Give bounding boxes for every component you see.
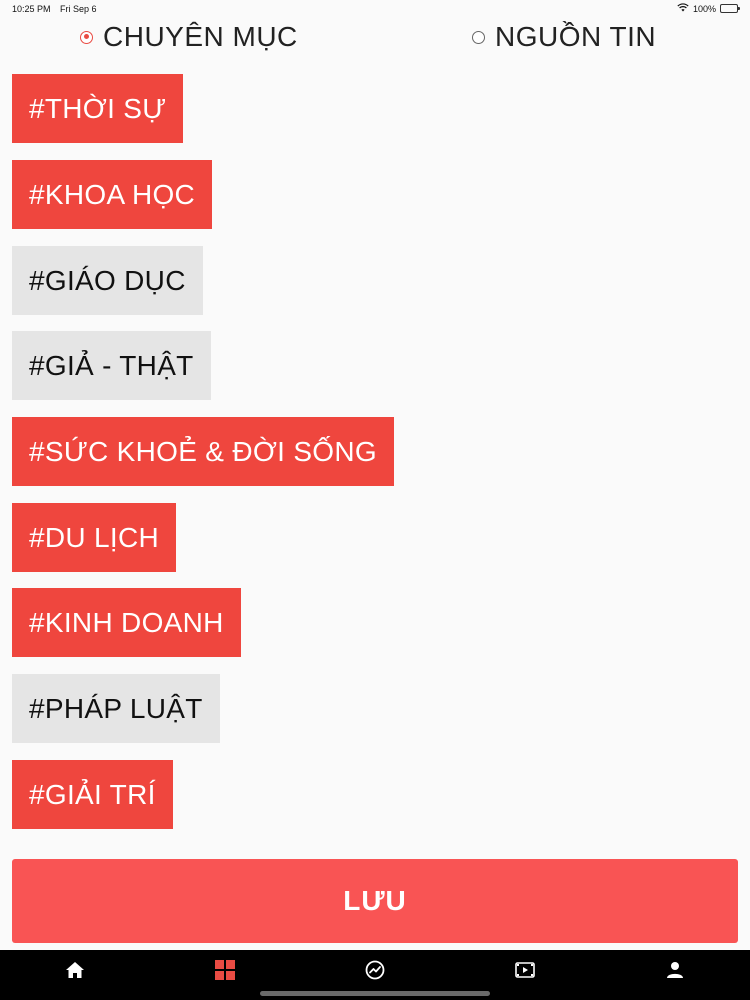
segment-nguon-tin[interactable]: NGUỒN TIN xyxy=(472,20,656,54)
tag-suc-khoe-doi-song[interactable]: #SỨC KHOẺ & ĐỜI SỐNG xyxy=(12,417,394,486)
grid-icon xyxy=(215,959,235,985)
tab-video[interactable] xyxy=(513,960,537,984)
status-indicators: 100% xyxy=(677,3,740,14)
segment-chuyen-muc[interactable]: CHUYÊN MỤC xyxy=(80,20,298,54)
tag-du-lich[interactable]: #DU LỊCH xyxy=(12,503,176,572)
battery-icon xyxy=(720,4,740,13)
tab-trending[interactable] xyxy=(363,960,387,984)
profile-icon xyxy=(666,961,684,984)
segment-nguon-tin-label: NGUỒN TIN xyxy=(495,21,657,52)
home-icon xyxy=(65,961,85,984)
tab-categories[interactable] xyxy=(213,959,237,985)
radio-nguon-tin[interactable] xyxy=(472,30,485,44)
tag-thoi-su[interactable]: #THỜI SỰ xyxy=(12,74,184,143)
tag-khoa-hoc[interactable]: #KHOA HỌC xyxy=(12,160,213,229)
trending-icon xyxy=(365,960,385,985)
tab-home[interactable] xyxy=(63,960,87,984)
tag-giai-tri[interactable]: #GIẢI TRÍ xyxy=(12,760,173,829)
save-button[interactable]: LƯU xyxy=(12,859,738,943)
tag-phap-luat[interactable]: #PHÁP LUẬT xyxy=(12,674,220,743)
radio-chuyen-muc[interactable] xyxy=(80,30,93,44)
battery-percent: 100% xyxy=(692,3,716,14)
wifi-icon xyxy=(677,3,689,14)
status-bar: 10:25 PM Fri Sep 6 100% xyxy=(0,0,750,18)
segment-chuyen-muc-label: CHUYÊN MỤC xyxy=(103,21,298,52)
tag-gia-that[interactable]: #GIẢ - THẬT xyxy=(12,331,211,400)
video-icon xyxy=(515,961,535,983)
tab-profile[interactable] xyxy=(663,960,687,984)
tag-kinh-doanh[interactable]: #KINH DOANH xyxy=(12,588,241,657)
tag-giao-duc[interactable]: #GIÁO DỤC xyxy=(12,246,203,315)
status-time: 10:25 PM xyxy=(12,4,51,14)
home-indicator[interactable] xyxy=(260,991,490,996)
status-date: Fri Sep 6 xyxy=(60,4,97,14)
